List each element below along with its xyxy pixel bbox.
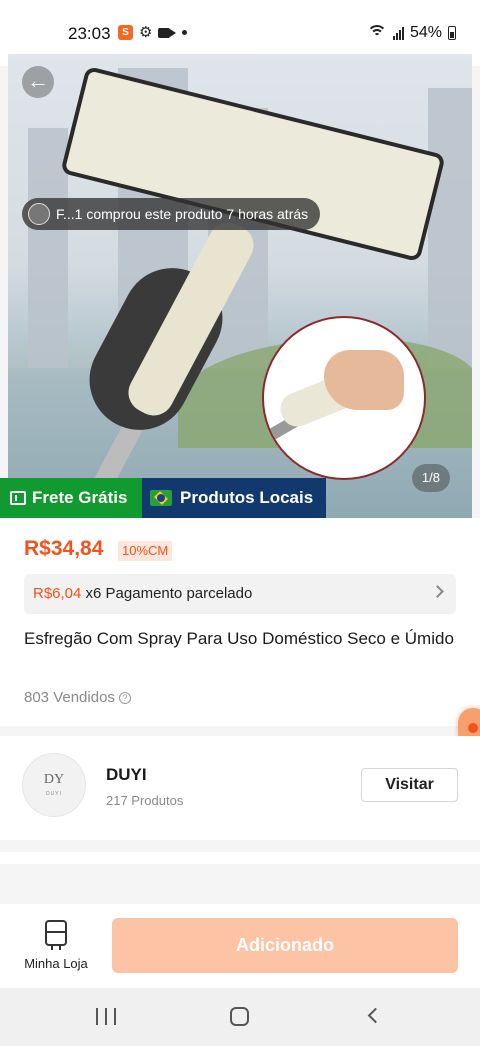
zoom-inset [262, 316, 426, 480]
free-shipping-label: Frete Grátis [32, 488, 128, 507]
shop-card[interactable]: DY DUYI DUYI 217 Produtos Visitar [0, 736, 480, 840]
background-building [428, 88, 472, 368]
home-icon[interactable] [230, 1007, 249, 1026]
battery-percent: 54% [409, 24, 442, 41]
my-store-button[interactable]: Minha Loja [18, 920, 94, 971]
purchase-toast: F...1 comprou este produto 7 horas atrás [22, 198, 321, 230]
toast-text: F...1 comprou este produto 7 horas atrás [56, 206, 309, 222]
product-page: 23:03 S ⚙ 54% ← F...1 comprou este produ… [0, 0, 480, 1046]
buyer-avatar [28, 203, 50, 225]
installment-row[interactable]: R$6,04 x6 Pagamento parcelado [24, 574, 456, 614]
chevron-right-icon [431, 585, 444, 598]
shipping-icon [10, 491, 26, 505]
back-button[interactable]: ← [22, 66, 54, 98]
signal-icon [392, 26, 404, 40]
local-products-label: Produtos Locais [180, 488, 314, 507]
dot-icon [182, 30, 188, 35]
product-badges: Frete Grátis Produtos Locais [0, 478, 326, 518]
arrow-left-icon: ← [27, 68, 49, 93]
store-icon [45, 920, 67, 950]
recent-apps-icon[interactable] [96, 1008, 116, 1025]
product-price: R$34,84 [24, 537, 104, 560]
shop-logo-text: DUYI [46, 791, 62, 797]
inset-hand [324, 350, 404, 410]
installment-text: x6 Pagamento parcelado [81, 585, 253, 602]
help-icon[interactable]: ? [118, 691, 131, 704]
brazil-flag-icon [150, 490, 172, 506]
product-title: Esfregão Com Spray Para Uso Doméstico Se… [24, 629, 454, 648]
sold-count-text: 803 Vendidos [24, 689, 115, 706]
added-button[interactable]: Adicionado [112, 918, 458, 973]
my-store-label: Minha Loja [24, 956, 88, 971]
product-image-carousel[interactable]: ← F...1 comprou este produto 7 horas atr… [8, 54, 472, 518]
free-shipping-badge: Frete Grátis [0, 478, 142, 518]
visit-shop-button[interactable]: Visitar [361, 768, 458, 802]
system-nav-bar [0, 988, 480, 1046]
product-info: R$34,84 10%CM R$6,04 x6 Pagamento parcel… [0, 518, 480, 726]
battery-icon [448, 26, 456, 40]
status-time: 23:03 [68, 24, 111, 43]
shop-logo[interactable]: DY DUYI [22, 753, 86, 817]
image-counter: 1/8 [411, 464, 450, 492]
status-left-icons: S ⚙ [118, 24, 188, 41]
gear-icon: ⚙ [139, 24, 153, 41]
shop-name: DUYI [106, 765, 147, 784]
shop-product-count: 217 Produtos [106, 793, 184, 808]
installment-amount: R$6,04 [33, 585, 82, 602]
local-products-badge: Produtos Locais [142, 478, 326, 518]
shop-logo-monogram: DY [43, 772, 65, 787]
section-divider [0, 852, 480, 864]
sold-count: 803 Vendidos ? [24, 689, 131, 706]
bottom-action-bar: Minha Loja Adicionado [0, 904, 480, 988]
back-nav-icon[interactable] [367, 1007, 384, 1024]
app-icon: S [118, 25, 133, 40]
wifi-icon [366, 25, 387, 41]
status-right-icons: 54% [366, 24, 456, 42]
video-camera-icon [158, 27, 177, 39]
discount-tag: 10%CM [118, 541, 173, 561]
